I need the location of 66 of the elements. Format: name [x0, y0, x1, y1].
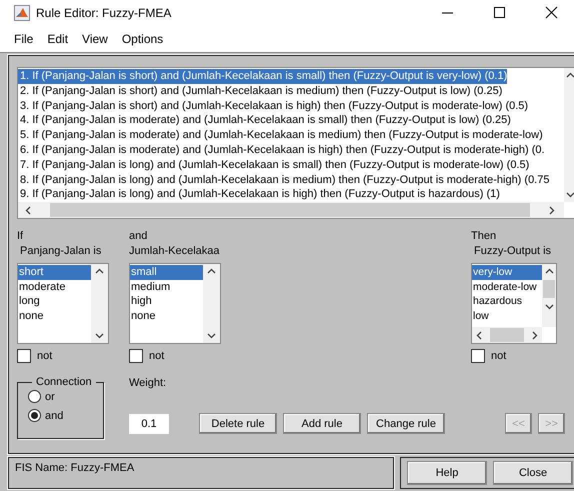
not-checkbox[interactable]: not	[471, 349, 557, 363]
scroll-up-icon[interactable]	[207, 267, 216, 276]
list-item[interactable]: none	[130, 308, 156, 324]
list-item[interactable]: very-low	[472, 265, 542, 280]
list-item[interactable]: none	[18, 308, 44, 324]
selector-heading: and	[129, 229, 148, 244]
membership-list[interactable]: very-low moderate-low hazardous low	[471, 263, 557, 344]
group-title: Connection	[35, 376, 93, 388]
list-item[interactable]: moderate-low	[472, 280, 537, 294]
variable-label: Fuzzy-Output is	[473, 244, 552, 259]
footer-button[interactable]: Help	[407, 461, 487, 485]
weight-label: Weight:	[129, 376, 168, 391]
scroll-left-icon[interactable]	[475, 330, 484, 340]
status-text: FIS Name: Fuzzy-FMEA	[8, 457, 394, 489]
rule-item[interactable]: 7. If (Panjang-Jalan is long) and (Jumlah-Kecelakaan is small) then (Fuzzy-Output is moderate-low) (0.5)	[18, 158, 530, 173]
window-title: Rule Editor: Fuzzy-FMEA	[36, 6, 172, 20]
rule-item[interactable]: 9. If (Panjang-Jalan is long) and (Jumlah-Kecelakaan is high) then (Fuzzy-Output is hazardous) (1)	[18, 187, 500, 202]
scroll-down-icon[interactable]	[207, 331, 216, 340]
weight-field[interactable]: 0.1	[129, 414, 169, 434]
scroll-up-icon[interactable]	[566, 71, 574, 80]
menu-item[interactable]: Options	[116, 30, 170, 48]
menu-item[interactable]: View	[76, 30, 114, 48]
scroll-down-icon[interactable]	[95, 331, 104, 340]
scroll-right-icon[interactable]	[547, 206, 556, 214]
list-item[interactable]: short	[18, 265, 91, 280]
list-item[interactable]: small	[130, 265, 203, 280]
not-checkbox[interactable]: not	[129, 349, 221, 363]
membership-list[interactable]: short moderate long none	[17, 263, 109, 344]
scroll-up-icon[interactable]	[95, 267, 104, 276]
scrollbar-thumb[interactable]	[543, 280, 555, 298]
menu-item[interactable]: File	[8, 30, 40, 48]
rule-item[interactable]: 6. If (Panjang-Jalan is moderate) and (Jumlah-Kecelakaan is high) then (Fuzzy-Output is moderate-high) (0.	[18, 142, 545, 158]
radio-option[interactable]: and	[28, 409, 103, 422]
selector-heading: If	[17, 229, 24, 244]
list-item[interactable]: medium	[130, 280, 170, 294]
action-button[interactable]: Delete rule	[199, 413, 277, 434]
rule-list[interactable]	[17, 67, 574, 219]
variable-label: Panjang-Jalan is	[19, 244, 102, 259]
list-item[interactable]: long	[18, 294, 40, 309]
rule-item[interactable]: 5. If (Panjang-Jalan is moderate) and (Jumlah-Kecelakaan is medium) then (Fuzzy-Output is moderate-low)	[18, 128, 543, 143]
list-item[interactable]: moderate	[18, 280, 66, 294]
not-checkbox[interactable]: not	[17, 349, 109, 363]
selector-heading: Then	[471, 229, 498, 244]
rule-item[interactable]: 3. If (Panjang-Jalan is short) and (Jumlah-Kecelakaan is high) then (Fuzzy-Output is moderate-low) (0.5)	[18, 98, 528, 114]
list-item[interactable]: high	[130, 294, 152, 309]
scroll-down-icon[interactable]	[544, 302, 554, 311]
scroll-up-icon[interactable]	[544, 267, 554, 276]
variable-label: Jumlah-Kecelakaa	[129, 244, 220, 259]
action-button[interactable]: Change rule	[367, 413, 445, 434]
menu-item[interactable]: Edit	[41, 30, 74, 48]
scroll-left-icon[interactable]	[24, 206, 33, 214]
list-item[interactable]: hazardous	[472, 294, 522, 309]
scrollbar-thumb[interactable]	[50, 203, 530, 217]
radio-option[interactable]: or	[28, 390, 103, 403]
scroll-down-icon[interactable]	[566, 190, 574, 199]
app-logo-icon	[14, 5, 30, 21]
action-button[interactable]: Add rule	[283, 413, 361, 434]
rule-item[interactable]: 2. If (Panjang-Jalan is short) and (Jumlah-Kecelakaan is medium) then (Fuzzy-Output is low) (0.25)	[18, 84, 502, 99]
rule-item[interactable]: 4. If (Panjang-Jalan is moderate) and (Jumlah-Kecelakaan is small) then (Fuzzy-Output is low) (0.25)	[18, 113, 511, 128]
rule-item[interactable]: 8. If (Panjang-Jalan is long) and (Jumlah-Kecelakaan is medium) then (Fuzzy-Output is moderate-high) (0.75	[18, 172, 550, 188]
scroll-right-icon[interactable]	[530, 330, 539, 340]
membership-list[interactable]: small medium high none	[129, 263, 221, 344]
footer-button[interactable]: Close	[493, 461, 573, 485]
rule-item[interactable]: 1. If (Panjang-Jalan is short) and (Jumlah-Kecelakaan is small) then (Fuzzy-Output is very-low) (0.1)	[18, 69, 508, 84]
list-item[interactable]: low	[472, 308, 489, 324]
scrollbar-thumb[interactable]	[490, 328, 524, 342]
